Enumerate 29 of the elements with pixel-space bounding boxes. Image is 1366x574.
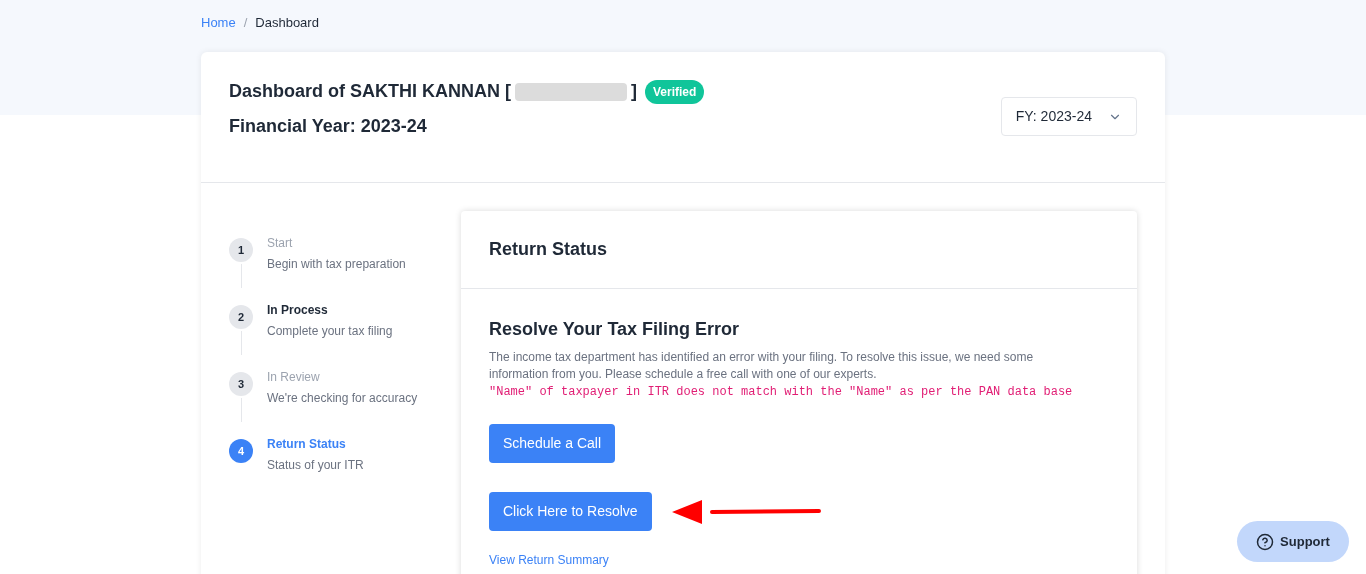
panel-title: Return Status: [489, 238, 607, 261]
error-heading: Resolve Your Tax Filing Error: [489, 318, 741, 341]
breadcrumb-separator: /: [243, 13, 248, 32]
step-title: Start: [267, 235, 294, 252]
verified-badge: Verified: [645, 79, 705, 104]
error-message: The income tax department has identified an error with your filing. To resolve this issue, we need some information from you. Please schedule a free call with one of our experts.: [489, 349, 1035, 383]
error-detail: "Name" of taxpayer in ITR does not match with the "Name" as per the PAN data base: [489, 384, 1074, 401]
support-button[interactable]: Support: [1237, 521, 1349, 562]
step-title: In Process: [267, 302, 329, 319]
step-description: Complete your tax filing: [267, 323, 393, 340]
step-description: Begin with tax preparation: [267, 256, 406, 273]
help-icon: [1256, 532, 1275, 551]
schedule-call-button[interactable]: Schedule a Call: [489, 424, 616, 463]
dashboard-title: Dashboard of SAKTHI KANNAN [: [229, 80, 511, 103]
breadcrumb-link[interactable]: Home: [201, 12, 236, 33]
step-title: Return Status: [267, 436, 347, 453]
year-select[interactable]: FY: 2023-24: [1000, 97, 1137, 136]
step-number: 2: [229, 305, 253, 329]
step-number: 4: [229, 439, 253, 463]
step-title: In Review: [267, 369, 321, 386]
view-summary-link[interactable]: View Return Summary: [489, 551, 609, 569]
resolve-button[interactable]: Click Here to Resolve: [489, 492, 652, 531]
dashboard-title-end: ]: [631, 80, 637, 103]
step-number: 3: [229, 372, 253, 396]
breadcrumb-current: Dashboard: [255, 13, 319, 32]
step-description: Status of your ITR: [267, 457, 364, 474]
financial-year-title: Financial Year: 2023-24: [229, 115, 428, 138]
step-number: 1: [229, 238, 253, 262]
step-description: We're checking for accuracy: [267, 390, 418, 407]
